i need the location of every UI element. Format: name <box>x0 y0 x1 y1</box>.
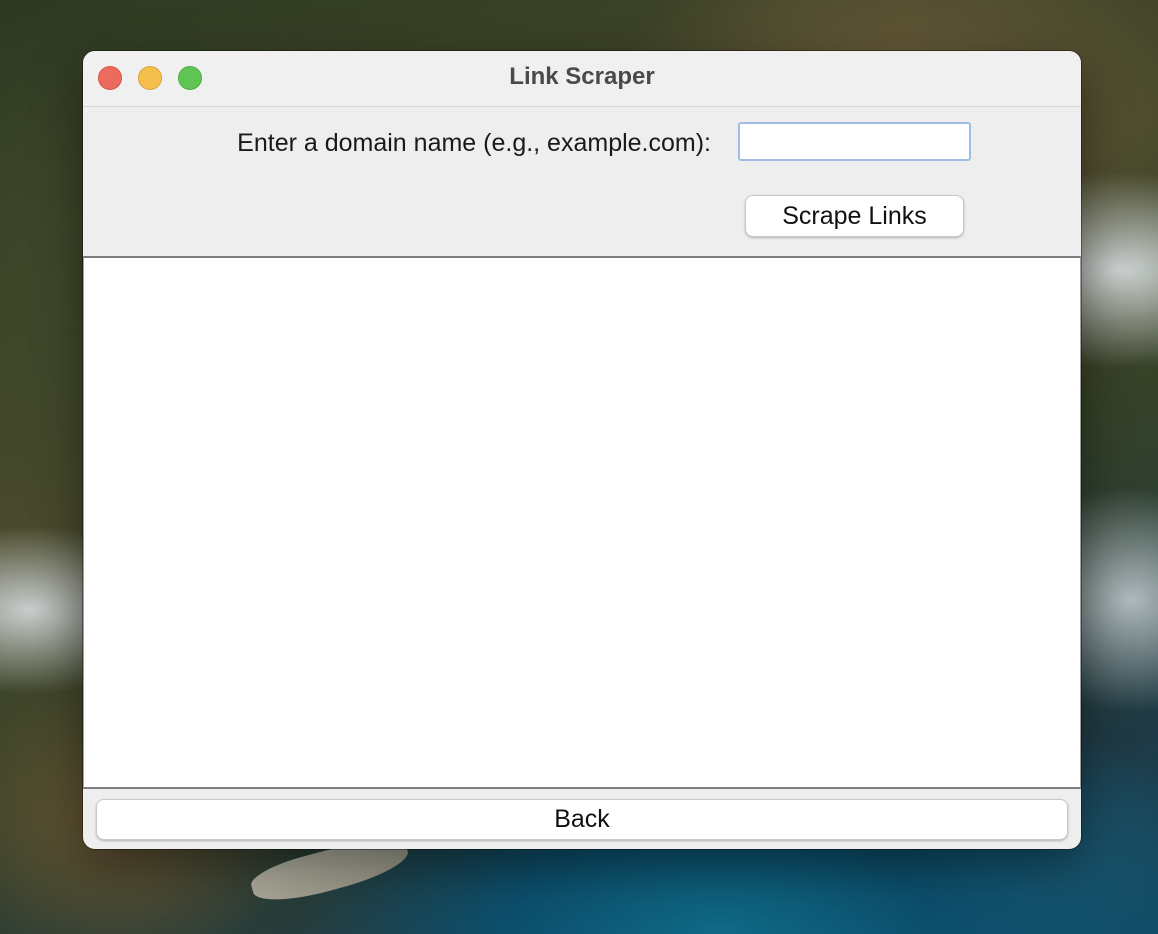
desktop-background: Link Scraper Enter a domain name (e.g., … <box>0 0 1158 934</box>
title-bar[interactable]: Link Scraper <box>83 51 1081 107</box>
link-scraper-window: Link Scraper Enter a domain name (e.g., … <box>83 51 1081 849</box>
window-title: Link Scraper <box>509 63 655 90</box>
scrape-links-button[interactable]: Scrape Links <box>745 195 964 237</box>
domain-label: Enter a domain name (e.g., example.com): <box>237 129 711 157</box>
domain-input[interactable] <box>738 122 971 161</box>
results-text-area[interactable] <box>83 256 1081 789</box>
back-button[interactable]: Back <box>96 799 1068 840</box>
